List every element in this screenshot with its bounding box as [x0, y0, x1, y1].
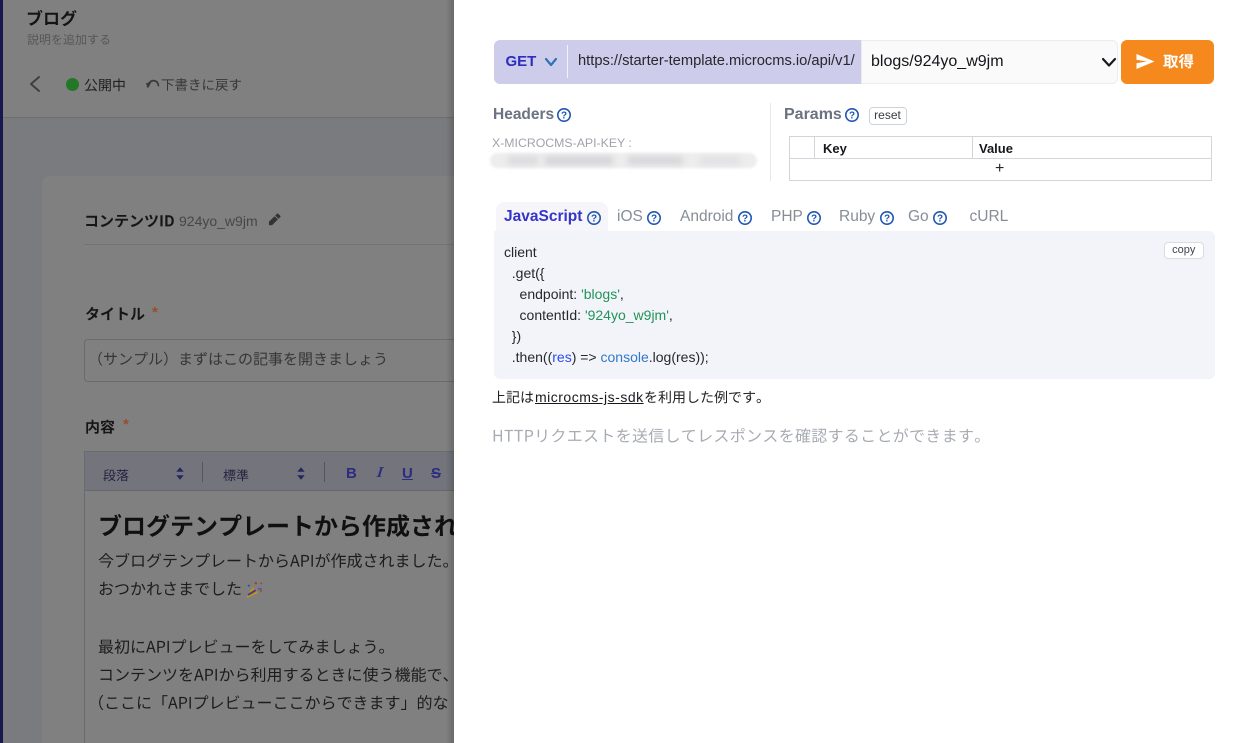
svg-text:?: ?	[560, 110, 566, 121]
svg-text:?: ?	[651, 213, 657, 224]
svg-text:?: ?	[742, 213, 748, 224]
svg-text:?: ?	[591, 213, 597, 224]
svg-text:?: ?	[937, 213, 943, 224]
svg-text:?: ?	[849, 110, 855, 121]
svg-text:?: ?	[884, 213, 890, 224]
svg-text:?: ?	[811, 213, 817, 224]
